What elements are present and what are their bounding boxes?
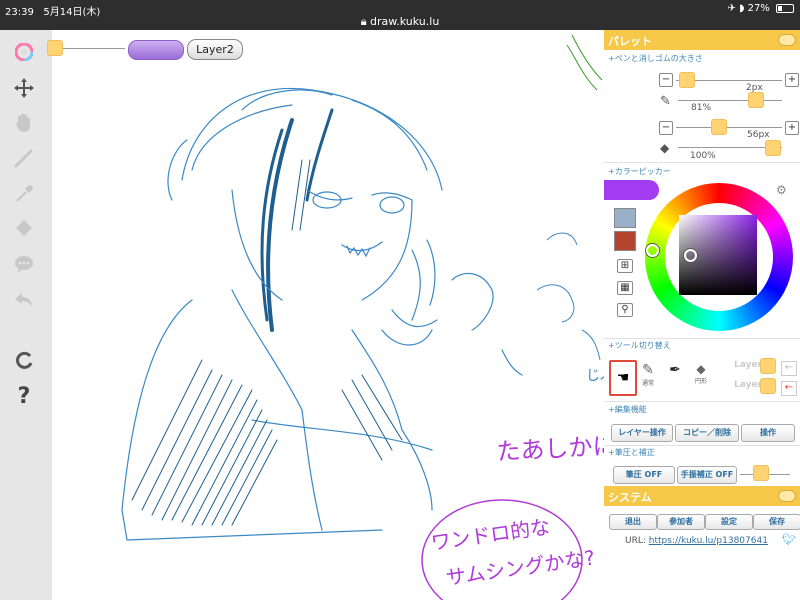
pen-icon: ✎ xyxy=(660,94,671,109)
layer1-arrow-icon[interactable]: ← xyxy=(781,361,797,376)
layer2-handle[interactable] xyxy=(760,378,776,394)
eraser-size-value: 56px xyxy=(747,130,770,140)
add-swatch-icon[interactable]: ⊞ xyxy=(617,259,633,273)
address-bar[interactable]: 🔒︎ draw.kuku.lu xyxy=(0,15,800,29)
circle-eraser-tool[interactable]: ◆ 円形 xyxy=(690,362,712,390)
exit-button[interactable]: 退出 xyxy=(609,514,657,530)
room-url-link[interactable]: https://kuku.lu/p13807641 xyxy=(649,536,768,546)
twitter-icon[interactable]: 🐦︎ xyxy=(782,533,796,546)
eraser-icon: ◆ xyxy=(660,141,670,155)
normal-pen-tool[interactable]: ✎ 通常 xyxy=(637,362,659,390)
magnifier-icon[interactable]: ⚲ xyxy=(617,303,633,317)
swatch-2[interactable] xyxy=(614,231,636,251)
hue-marker[interactable] xyxy=(646,244,659,257)
handwriting-line3: サムシングかな? xyxy=(444,545,596,590)
url-text: draw.kuku.lu xyxy=(370,15,440,28)
handwriting-line1: たあしかに xyxy=(496,432,604,466)
eraser-size-minus[interactable]: − xyxy=(659,121,673,135)
eraser-size-plus[interactable]: + xyxy=(785,121,799,135)
stabilizer-handle[interactable] xyxy=(753,465,769,481)
palette-grid-icon[interactable]: ▦ xyxy=(617,281,633,295)
airplane-icon: ✈ xyxy=(727,3,736,14)
eraser-icon[interactable] xyxy=(12,216,36,240)
swatch-1[interactable] xyxy=(614,208,636,228)
save-button[interactable]: 保存 xyxy=(753,514,800,530)
divider xyxy=(604,445,800,446)
opacity-slider-track[interactable] xyxy=(63,48,125,49)
eyedropper-icon[interactable] xyxy=(12,182,36,206)
system-title: システム xyxy=(608,491,652,504)
layer-color-button[interactable] xyxy=(128,40,184,60)
eraser-size-track[interactable] xyxy=(676,127,782,128)
wifi-icon: ◗ xyxy=(739,3,745,14)
battery-percent: 27% xyxy=(747,3,770,14)
pen-size-minus[interactable]: − xyxy=(659,73,673,87)
left-toolbar: ? xyxy=(0,30,52,600)
drawing-canvas[interactable]: たあしかに ワンドロ的な サムシングかな? じぶ xyxy=(52,30,617,604)
edit-section-label: +編集機能 xyxy=(608,405,647,414)
lock-icon: 🔒︎ xyxy=(360,15,367,28)
eraser-opacity-handle[interactable] xyxy=(765,140,781,156)
brush-tool[interactable]: ✒ xyxy=(664,362,686,390)
operations-button[interactable]: 操作 xyxy=(741,424,795,442)
tool-section-label: +ツール切り替え xyxy=(608,341,671,350)
layer1-handle[interactable] xyxy=(760,358,776,374)
pen-opacity-value: 81% xyxy=(691,103,712,113)
url-label: URL: xyxy=(625,536,646,546)
eraser-size-handle[interactable] xyxy=(711,119,727,135)
hand-icon[interactable] xyxy=(12,110,36,134)
settings-button[interactable]: 設定 xyxy=(705,514,753,530)
normal-pen-label: 通常 xyxy=(641,380,654,387)
hand-tool-icon[interactable]: ☚ xyxy=(609,360,637,396)
pen-opacity-track[interactable] xyxy=(678,100,782,101)
status-right: ✈ ◗ 27% xyxy=(728,3,794,14)
palette-title-bar[interactable]: パレット xyxy=(604,30,800,50)
circle-tool-label: 円形 xyxy=(694,378,707,385)
doodle-marks xyxy=(536,232,601,361)
green-sketch xyxy=(566,34,603,91)
pressure-section-label: +筆圧と補正 xyxy=(608,448,655,457)
divider xyxy=(604,401,800,402)
battery-icon xyxy=(776,3,794,13)
system-title-bar[interactable]: システム xyxy=(604,486,800,506)
handwriting-line2: ワンドロ的な xyxy=(429,514,551,554)
brush-icon: ✒ xyxy=(669,362,681,378)
pen-opacity-handle[interactable] xyxy=(748,92,764,108)
current-layer-button[interactable]: Layer2 xyxy=(187,39,243,60)
members-button[interactable]: 参加者 xyxy=(657,514,705,530)
opacity-slider-handle[interactable] xyxy=(47,40,63,56)
layer2-arrow-icon[interactable]: ← xyxy=(781,381,797,396)
current-color-preview xyxy=(604,180,659,200)
handwriting-line4: じぶ xyxy=(586,368,604,384)
divider xyxy=(604,162,800,163)
pen-icon: ✎ xyxy=(642,362,654,378)
divider xyxy=(604,338,800,339)
room-url: URL: https://kuku.lu/p13807641 xyxy=(625,536,768,546)
color-options-icon[interactable]: ⚙ xyxy=(776,183,796,207)
pen-size-plus[interactable]: + xyxy=(785,73,799,87)
system-toggle[interactable] xyxy=(778,490,796,502)
palette-toggle[interactable] xyxy=(778,34,796,46)
help-icon[interactable]: ? xyxy=(12,384,36,409)
pen-size-handle[interactable] xyxy=(679,72,695,88)
eraser-opacity-value: 100% xyxy=(690,151,716,161)
palette-title: パレット xyxy=(608,35,652,48)
redo-icon[interactable] xyxy=(12,348,36,372)
color-marker[interactable] xyxy=(684,249,697,262)
stabilizer-toggle-button[interactable]: 手振補正 OFF xyxy=(677,466,737,484)
status-bar: 23:39 5月14日(木) 🔒︎ draw.kuku.lu ✈ ◗ 27% xyxy=(0,0,800,30)
eraser-icon: ◆ xyxy=(696,362,706,376)
sketch-drawing xyxy=(121,88,523,541)
layer-ops-button[interactable]: レイヤー操作 xyxy=(611,424,673,442)
pen-eraser-section-label: +ペンと消しゴムの大きさ xyxy=(608,54,703,63)
chat-icon[interactable] xyxy=(12,252,36,276)
color-picker-section-label: +カラーピッカー xyxy=(608,167,671,176)
pen-icon[interactable] xyxy=(12,146,36,170)
undo-icon[interactable] xyxy=(12,288,36,312)
color-wheel-icon[interactable] xyxy=(12,40,36,64)
move-icon[interactable] xyxy=(12,76,36,100)
copy-delete-button[interactable]: コピー／削除 xyxy=(675,424,739,442)
pressure-toggle-button[interactable]: 筆圧 OFF xyxy=(613,466,675,484)
